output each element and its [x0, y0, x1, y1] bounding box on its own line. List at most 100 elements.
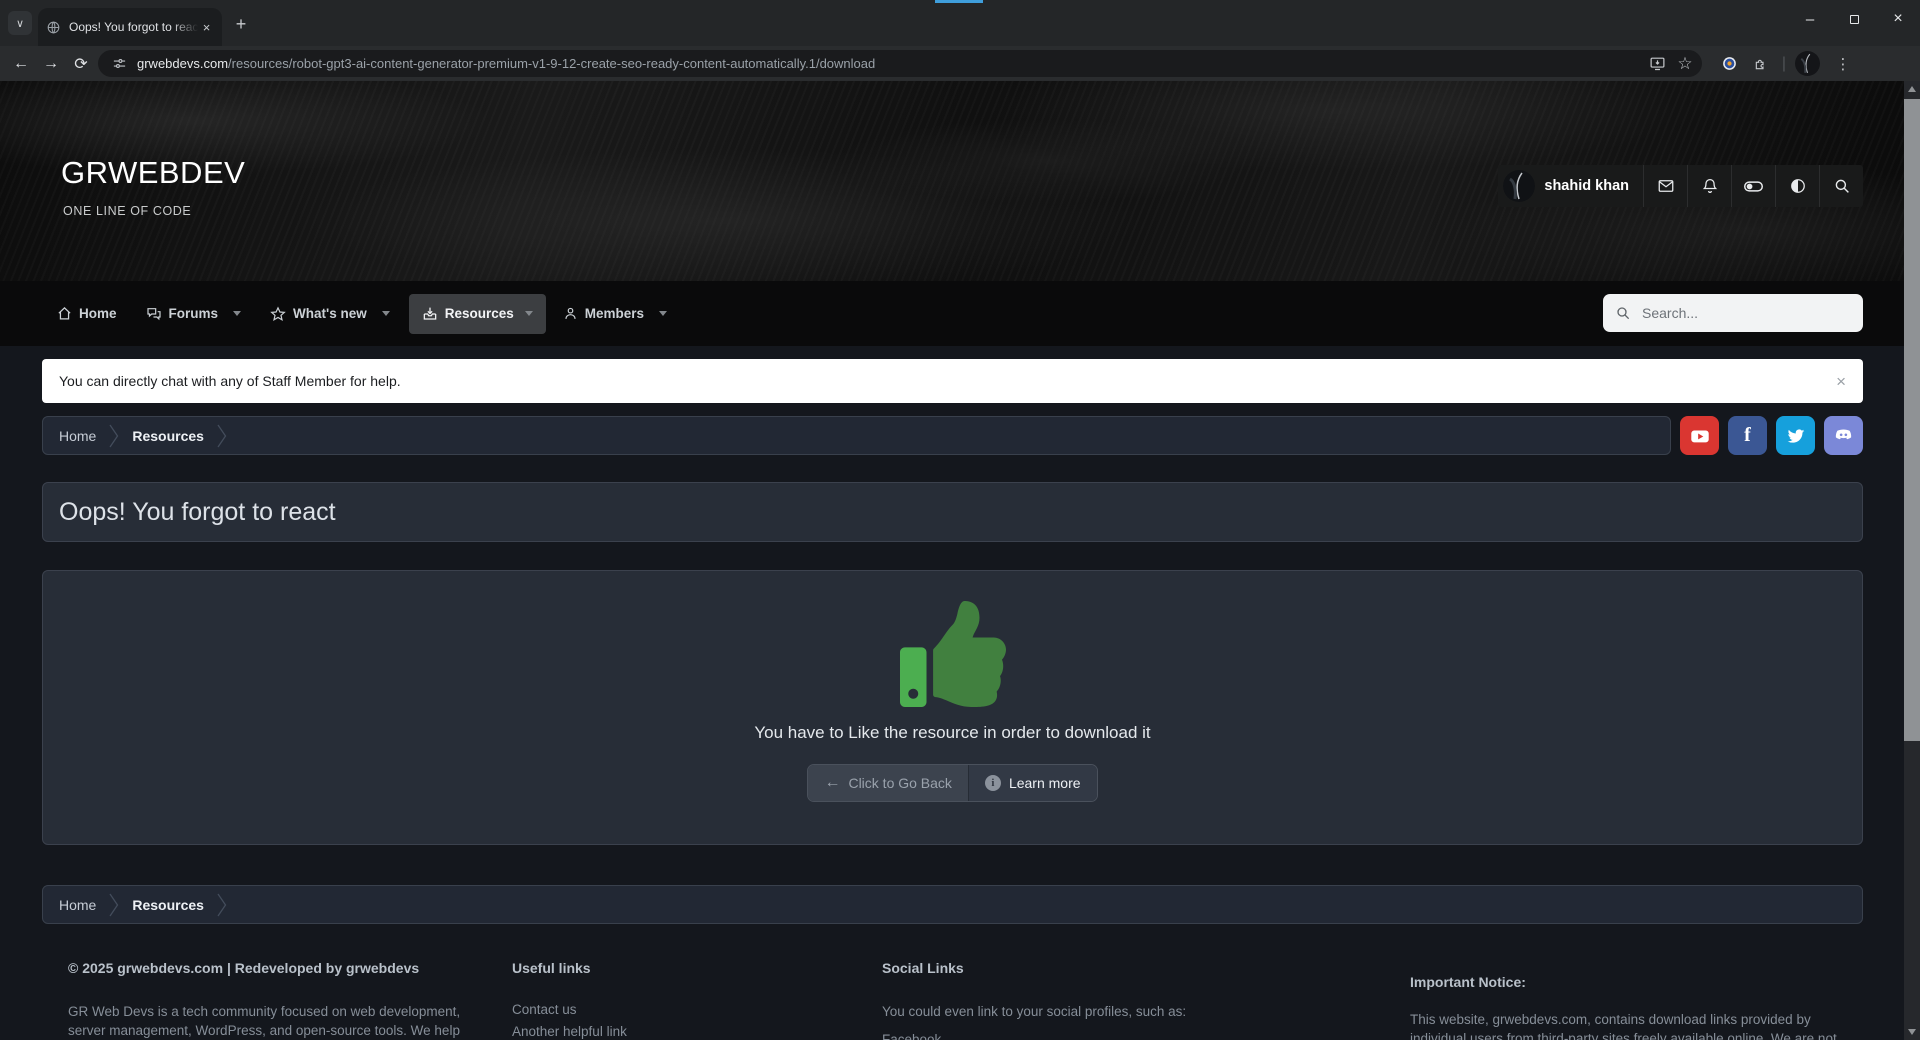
- contrast-style-button[interactable]: [1775, 165, 1819, 207]
- breadcrumb-separator: [109, 893, 119, 917]
- toggle-icon: [1743, 176, 1764, 197]
- nav-resources-caret[interactable]: [525, 311, 533, 316]
- facebook-button[interactable]: f: [1728, 416, 1767, 455]
- footer-copyright: © 2025 grwebdevs.com | Redeveloped by gr…: [68, 960, 512, 976]
- footer-notice-text: This website, grwebdevs.com, contains do…: [1410, 1010, 1863, 1040]
- url-text: grwebdevs.com/resources/robot-gpt3-ai-co…: [137, 56, 875, 71]
- thumbs-up-icon: [894, 601, 1012, 707]
- tab-strip: ∨ Oops! You forgot to react | GR W × + –…: [0, 0, 1920, 46]
- youtube-icon: [1689, 425, 1711, 447]
- nav-home[interactable]: Home: [57, 306, 117, 321]
- tab-search-button[interactable]: ∨: [8, 11, 32, 35]
- address-bar[interactable]: grwebdevs.com/resources/robot-gpt3-ai-co…: [98, 50, 1702, 77]
- footer-helpful-link[interactable]: Another helpful link: [512, 1024, 882, 1039]
- account-menu[interactable]: shahid khan: [1498, 165, 1643, 207]
- breadcrumb-row: Home Resources: [42, 416, 1863, 455]
- facebook-icon: f: [1744, 424, 1751, 447]
- restore-button[interactable]: [1832, 0, 1876, 38]
- nav-members-label: Members: [585, 306, 644, 321]
- browser-menu-kebab-icon[interactable]: ⋮: [1830, 46, 1856, 81]
- bookmark-star-icon[interactable]: ☆: [1672, 46, 1698, 81]
- footer-about-column: © 2025 grwebdevs.com | Redeveloped by gr…: [68, 960, 512, 1040]
- nav-forums-label: Forums: [169, 306, 219, 321]
- profile-avatar[interactable]: [1792, 46, 1822, 81]
- go-back-button[interactable]: ← Click to Go Back: [808, 765, 967, 801]
- learn-more-button[interactable]: i Learn more: [968, 765, 1097, 801]
- footer-social-title: Social Links: [882, 960, 1410, 976]
- minimize-button[interactable]: –: [1788, 0, 1832, 38]
- main-nav: Home Forums What's new: [0, 281, 1904, 346]
- inbox-button[interactable]: [1643, 165, 1687, 207]
- scroll-up-arrow[interactable]: [1904, 81, 1920, 97]
- footer-social-column: Social Links You could even link to your…: [882, 960, 1410, 1040]
- search-input[interactable]: [1640, 304, 1840, 322]
- youtube-button[interactable]: [1680, 416, 1719, 455]
- url-domain: grwebdevs.com: [137, 56, 228, 71]
- twitter-icon: [1786, 426, 1806, 446]
- contrast-icon: [1789, 177, 1807, 195]
- twitter-button[interactable]: [1776, 416, 1815, 455]
- footer-useful-links-title: Useful links: [512, 960, 882, 976]
- site-content: GRWEBDEV ONE LINE OF CODE shahid khan: [0, 81, 1904, 1040]
- extension-badge-icon[interactable]: [1716, 46, 1742, 81]
- nav-whats-new-caret[interactable]: [382, 311, 390, 316]
- staff-notice-bar: You can directly chat with any of Staff …: [42, 359, 1863, 403]
- discord-icon: [1833, 425, 1854, 446]
- header-search-button[interactable]: [1819, 165, 1863, 207]
- footer-contact-link[interactable]: Contact us: [512, 1002, 882, 1017]
- footer-notice-title: Important Notice:: [1410, 974, 1863, 990]
- scroll-down-arrow[interactable]: [1904, 1024, 1920, 1040]
- active-tab[interactable]: Oops! You forgot to react | GR W ×: [38, 8, 222, 46]
- site-footer: © 2025 grwebdevs.com | Redeveloped by gr…: [42, 960, 1863, 1040]
- nav-forums-caret[interactable]: [233, 311, 241, 316]
- nav-whats-new[interactable]: What's new: [270, 306, 367, 322]
- nav-resources-active[interactable]: Resources: [409, 294, 546, 334]
- back-button[interactable]: ←: [6, 46, 36, 81]
- dark-mode-toggle[interactable]: [1731, 165, 1775, 207]
- envelope-icon: [1657, 177, 1675, 195]
- toolbar-divider: |: [1779, 46, 1789, 81]
- notice-close-icon[interactable]: ×: [1836, 373, 1846, 390]
- discord-button[interactable]: [1824, 416, 1863, 455]
- search-icon: [1615, 305, 1631, 321]
- nav-members-caret[interactable]: [659, 311, 667, 316]
- footer-breadcrumb-row: Home Resources: [42, 885, 1863, 924]
- alerts-button[interactable]: [1687, 165, 1731, 207]
- home-icon: [57, 306, 72, 321]
- search-icon: [1833, 177, 1851, 195]
- left-arrow-icon: ←: [824, 774, 840, 792]
- breadcrumb-resources[interactable]: Resources: [132, 897, 204, 913]
- user-avatar: [1503, 170, 1535, 202]
- close-window-button[interactable]: ×: [1876, 0, 1920, 38]
- install-app-icon[interactable]: [1644, 46, 1670, 81]
- footer-about-text: GR Web Devs is a tech community focused …: [68, 1002, 468, 1040]
- site-logo[interactable]: GRWEBDEV: [61, 155, 245, 191]
- window-controls: – ×: [1788, 0, 1920, 38]
- footer-social-text: You could even link to your social profi…: [882, 1002, 1352, 1021]
- nav-forums[interactable]: Forums: [146, 306, 219, 322]
- extensions-puzzle-icon[interactable]: [1748, 46, 1774, 81]
- new-tab-button[interactable]: +: [229, 12, 253, 36]
- learn-more-label: Learn more: [1009, 775, 1081, 791]
- nav-home-label: Home: [79, 306, 117, 321]
- page-scrollbar[interactable]: [1904, 81, 1920, 1040]
- notice-text: You can directly chat with any of Staff …: [59, 373, 401, 389]
- footer-notice-column: Important Notice: This website, grwebdev…: [1410, 960, 1863, 1040]
- breadcrumb-home[interactable]: Home: [59, 897, 96, 913]
- breadcrumb-resources[interactable]: Resources: [132, 428, 204, 444]
- reload-button[interactable]: ⟳: [66, 46, 96, 81]
- tab-close-icon[interactable]: ×: [198, 19, 215, 36]
- forward-button[interactable]: →: [36, 46, 66, 81]
- breadcrumb-separator: [217, 424, 227, 448]
- bell-icon: [1701, 177, 1719, 195]
- breadcrumb-home[interactable]: Home: [59, 428, 96, 444]
- go-back-label: Click to Go Back: [848, 775, 951, 791]
- footer-facebook-link[interactable]: Facebook: [882, 1032, 1410, 1040]
- nav-search-box[interactable]: [1603, 294, 1863, 332]
- scrollbar-thumb[interactable]: [1904, 99, 1920, 741]
- nav-members[interactable]: Members: [563, 306, 644, 321]
- star-icon: [270, 306, 286, 322]
- site-settings-icon[interactable]: [112, 56, 127, 71]
- page-title-panel: Oops! You forgot to react: [42, 482, 1863, 542]
- breadcrumb-separator: [109, 424, 119, 448]
